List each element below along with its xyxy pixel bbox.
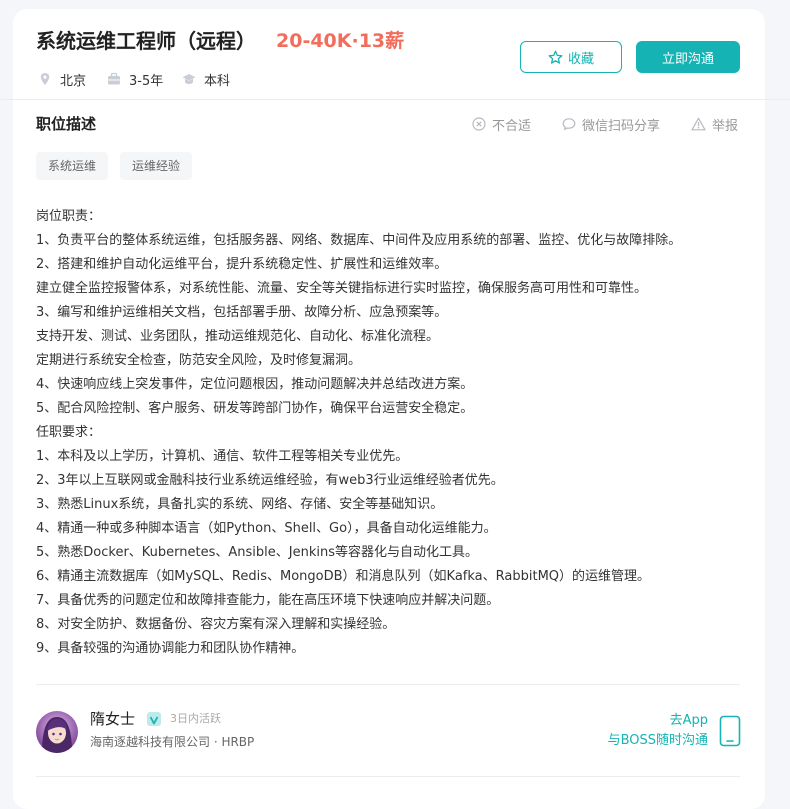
phone-icon[interactable]: [719, 715, 741, 751]
avatar-image: [36, 711, 78, 753]
job-title: 系统运维工程师（远程）: [36, 29, 256, 53]
not-suitable-label: 不合适: [492, 118, 532, 134]
description-line: 9、具备较强的沟通协调能力和团队协作精神。: [36, 641, 305, 656]
description-line: 3、熟悉Linux系统，具备扎实的系统、网络、存储、安全等基础知识。: [36, 497, 444, 512]
description-line: 建立健全监控报警体系，对系统性能、流量、安全等关键指标进行实时监控，确保服务高可…: [36, 281, 648, 296]
description-line: 8、对安全防护、数据备份、容灾方案有深入理解和实操经验。: [36, 617, 396, 632]
description-line: 7、具备优秀的问题定位和故障排查能力，能在高压环境下快速响应并解决问题。: [36, 593, 500, 608]
description-line: 1、本科及以上学历，计算机、通信、软件工程等相关专业优先。: [36, 449, 409, 464]
description-line: 1、负责平台的整体系统运维，包括服务器、网络、数据库、中间件及应用系统的部署、监…: [36, 233, 682, 248]
description-line: 2、3年以上互联网或金融科技行业系统运维经验，有web3行业运维经验者优先。: [36, 473, 504, 488]
recruiter-divider-bottom: [36, 776, 740, 777]
recruiter-divider-top: [36, 684, 740, 685]
description-line: 5、熟悉Docker、Kubernetes、Ansible、Jenkins等容器…: [36, 545, 478, 560]
wechat-share-label: 微信扫码分享: [582, 118, 661, 134]
chat-bubble-icon: [562, 118, 576, 131]
education-text: 本科: [204, 73, 231, 89]
description-line: 定期进行系统安全检查，防范安全风险，及时修复漏洞。: [36, 353, 362, 368]
wechat-share-button[interactable]: 微信扫码分享: [562, 115, 661, 134]
avatar[interactable]: [36, 711, 78, 753]
section-title: 职位描述: [36, 115, 97, 133]
location-text: 北京: [60, 73, 87, 89]
description-line: 3、编写和维护运维相关文档，包括部署手册、故障分析、应急预案等。: [36, 305, 448, 320]
close-circle-icon: [472, 117, 486, 131]
report-label: 举报: [712, 118, 739, 134]
briefcase-icon: [108, 72, 120, 85]
description-line: 6、精通主流数据库（如MySQL、Redis、MongoDB）和消息队列（如Ka…: [36, 569, 651, 584]
header-divider: [0, 99, 790, 100]
location-pin-icon: [40, 73, 50, 85]
report-button[interactable]: 举报: [691, 115, 739, 134]
star-icon: [548, 50, 563, 64]
go-app-link[interactable]: 去App 与BOSS随时沟通: [580, 711, 708, 751]
skill-tag[interactable]: 运维经验: [120, 152, 193, 180]
description-line: 4、快速响应线上突发事件，定位问题根因，推动问题解决并总结改进方案。: [36, 377, 474, 392]
active-status: 3日内活跃: [170, 712, 221, 725]
job-location: 北京: [38, 69, 86, 89]
description-line: 任职要求：: [36, 425, 102, 440]
go-app-line2: 与BOSS随时沟通: [607, 733, 708, 748]
description-line: 岗位职责：: [36, 209, 102, 224]
experience-text: 3-5年: [129, 73, 164, 89]
warning-icon: [691, 117, 706, 131]
description-line: 4、精通一种或多种脚本语言（如Python、Shell、Go），具备自动化运维能…: [36, 521, 497, 536]
job-education: 本科: [182, 69, 230, 89]
description-line: 支持开发、测试、业务团队，推动运维规范化、自动化、标准化流程。: [36, 329, 440, 344]
job-experience: 3-5年: [107, 69, 163, 89]
recruiter-name: 隋女士: [90, 710, 136, 728]
go-app-line1: 去App: [669, 713, 708, 728]
chat-now-button[interactable]: 立即沟通: [636, 41, 740, 73]
favorite-label: 收藏: [567, 51, 594, 67]
salary: 20-40K·13薪: [276, 30, 405, 52]
not-suitable-button[interactable]: 不合适: [472, 115, 532, 134]
skill-tag[interactable]: 系统运维: [36, 152, 109, 180]
job-description: 岗位职责： 1、负责平台的整体系统运维，包括服务器、网络、数据库、中间件及应用系…: [36, 205, 756, 661]
favorite-button[interactable]: 收藏: [520, 41, 622, 73]
graduation-cap-icon: [182, 74, 196, 84]
recruiter-company: 海南逐越科技有限公司 · HRBP: [90, 735, 255, 749]
description-line: 5、配合风险控制、客户服务、研发等跨部门协作，确保平台运营安全稳定。: [36, 401, 474, 416]
verified-badge-icon: [147, 712, 161, 726]
description-line: 2、搭建和维护自动化运维平台，提升系统稳定性、扩展性和运维效率。: [36, 257, 448, 272]
